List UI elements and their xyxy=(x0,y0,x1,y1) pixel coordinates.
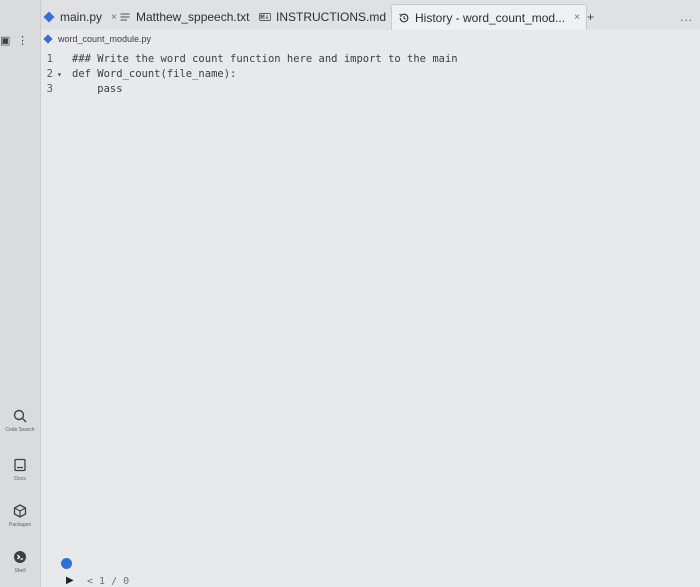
markdown-icon xyxy=(259,13,271,21)
sidebar-tool-packages[interactable]: Packages xyxy=(0,503,40,528)
code-line[interactable]: 2 ▾ def Word_count(file_name): xyxy=(41,67,237,81)
python-icon xyxy=(43,11,55,23)
kebab-menu-icon[interactable]: ⋮ xyxy=(17,34,28,47)
tab-label: Matthew_sppeech.txt xyxy=(136,10,250,24)
tab-instructions-md[interactable]: INSTRUCTIONS.md × xyxy=(259,6,401,28)
sidebar-tool-label: Packages xyxy=(9,522,31,528)
sidebar-tool-code-search[interactable]: Code Search xyxy=(0,408,40,433)
line-number: 3 xyxy=(46,83,53,95)
tab-history-word-count[interactable]: History - word_count_mod... × xyxy=(391,4,587,30)
fold-toggle-icon[interactable]: ▾ xyxy=(57,70,65,79)
panel-toggle-icon[interactable]: ▣ xyxy=(0,34,10,47)
package-icon xyxy=(13,504,27,518)
line-number: 2 xyxy=(46,68,53,80)
code-editor[interactable]: word_count_module.py 1 ### Write the wor… xyxy=(41,30,700,587)
code-line[interactable]: 1 ### Write the word count function here… xyxy=(41,52,458,66)
sidebar-tool-label: Code Search xyxy=(5,427,35,433)
docs-icon xyxy=(14,458,26,472)
status-dot-icon xyxy=(61,558,72,569)
play-icon[interactable]: ▶ xyxy=(66,575,74,586)
sidebar-top-controls: ▣ ⋮ xyxy=(0,34,40,48)
tab-label: History - word_count_mod... xyxy=(415,10,566,25)
text-file-icon xyxy=(120,13,130,21)
tab-bar: main.py × Matthew_sppeech.txt × INSTRUCT… xyxy=(40,4,700,30)
code-line[interactable]: 3 pass xyxy=(41,82,123,96)
left-sidebar: ▣ ⋮ Code Search Docs Packages Shell xyxy=(0,0,41,587)
file-breadcrumb: word_count_module.py xyxy=(41,31,151,47)
code-text: ### Write the word count function here a… xyxy=(72,53,458,65)
tab-label: INSTRUCTIONS.md xyxy=(276,10,387,24)
sidebar-tool-shell[interactable]: Shell xyxy=(0,549,40,574)
more-tabs-button[interactable]: ... xyxy=(680,10,693,24)
tab-matthew-sppeech-txt[interactable]: Matthew_sppeech.txt × xyxy=(119,6,264,28)
tab-main-py[interactable]: main.py × xyxy=(43,6,117,28)
python-icon xyxy=(43,34,53,44)
sidebar-tool-label: Docs xyxy=(14,476,26,482)
new-tab-button[interactable]: + xyxy=(587,10,594,24)
sidebar-tool-label: Shell xyxy=(14,568,26,574)
tab-close-icon[interactable]: × xyxy=(111,12,117,23)
sidebar-tool-docs[interactable]: Docs xyxy=(0,457,40,482)
tab-close-icon[interactable]: × xyxy=(574,12,580,23)
history-icon xyxy=(399,13,409,22)
history-navigation[interactable]: < 1 / 0 xyxy=(87,576,129,587)
search-icon xyxy=(13,409,27,423)
line-number: 1 xyxy=(46,53,53,65)
code-text: pass xyxy=(72,83,123,95)
file-name: word_count_module.py xyxy=(58,34,152,44)
code-text: def Word_count(file_name): xyxy=(72,68,237,80)
app-window: ▣ ⋮ Code Search Docs Packages Shell main… xyxy=(0,0,700,587)
shell-icon xyxy=(14,551,26,563)
tab-label: main.py xyxy=(60,10,103,24)
